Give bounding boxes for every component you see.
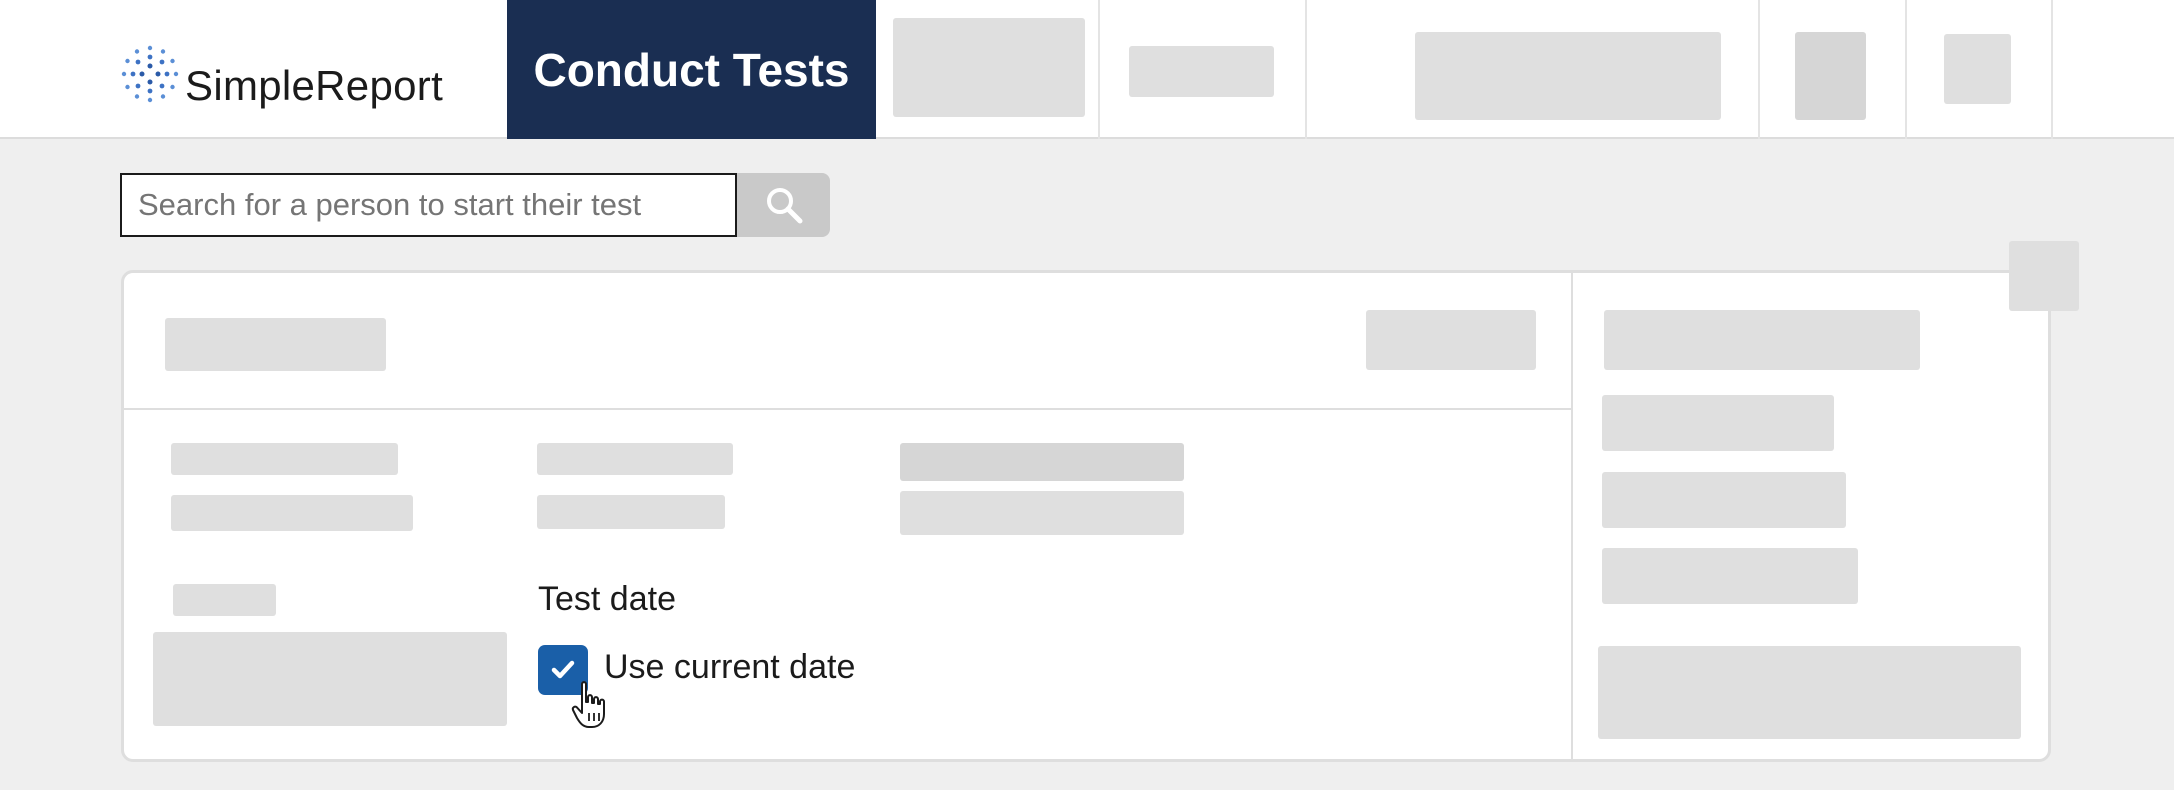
test-date-label: Test date — [538, 580, 676, 618]
simplereport-logo-icon — [121, 45, 179, 103]
patient-detail-placeholder — [900, 443, 1184, 481]
nav-divider — [2051, 0, 2053, 139]
nav-item-placeholder[interactable] — [1129, 46, 1274, 97]
patient-name-placeholder — [165, 318, 386, 371]
nav-item-placeholder[interactable] — [893, 18, 1085, 117]
nav-divider — [1098, 0, 1100, 139]
card-column-divider — [1571, 273, 1573, 759]
patient-detail-placeholder — [171, 495, 413, 531]
result-option-placeholder[interactable] — [1602, 472, 1846, 528]
hand-pointer-cursor-icon — [571, 681, 605, 728]
search-button[interactable] — [737, 173, 830, 237]
result-option-placeholder[interactable] — [1602, 395, 1834, 451]
nav-divider — [1305, 0, 1307, 139]
nav-divider — [1905, 0, 1907, 139]
search-icon — [766, 188, 802, 224]
card-action-placeholder[interactable] — [1366, 310, 1536, 370]
tab-conduct-tests[interactable]: Conduct Tests — [507, 0, 876, 139]
patient-detail-placeholder — [171, 443, 398, 475]
result-heading-placeholder — [1604, 310, 1920, 370]
nav-icon-placeholder[interactable] — [1944, 34, 2011, 104]
result-option-placeholder[interactable] — [1602, 548, 1858, 604]
submit-button-placeholder[interactable] — [1598, 646, 2021, 739]
logo-wordmark: SimpleReport — [185, 62, 444, 109]
close-button-placeholder[interactable] — [2009, 241, 2079, 311]
device-select-placeholder[interactable] — [153, 632, 507, 726]
search-input[interactable] — [120, 173, 737, 237]
tab-conduct-tests-label: Conduct Tests — [533, 43, 850, 96]
card-header-divider — [124, 408, 1573, 410]
patient-detail-placeholder — [537, 495, 725, 529]
facility-select-placeholder[interactable] — [1415, 32, 1721, 120]
nav-divider — [1758, 0, 1760, 139]
field-label-placeholder — [173, 584, 276, 616]
use-current-date-label[interactable]: Use current date — [604, 648, 855, 687]
patient-detail-placeholder — [537, 443, 733, 475]
patient-detail-placeholder — [900, 491, 1184, 535]
nav-icon-placeholder[interactable] — [1795, 32, 1866, 120]
